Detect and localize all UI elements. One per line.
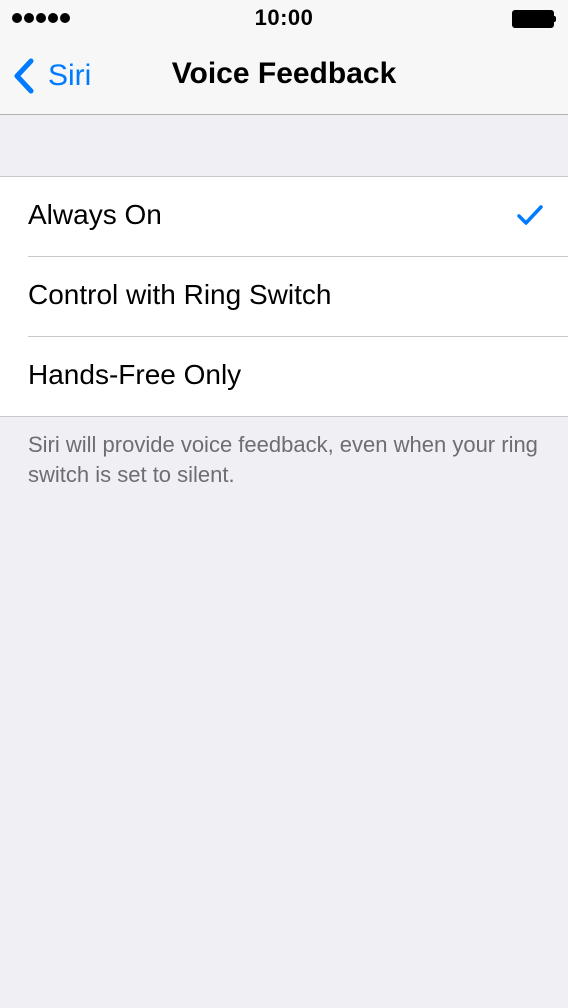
navigation-bar: Siri Voice Feedback (0, 40, 568, 115)
battery-full-icon (512, 10, 556, 28)
option-hands-free-only[interactable]: Hands-Free Only (28, 336, 568, 416)
voice-feedback-options: Always On Control with Ring Switch Hands… (0, 176, 568, 417)
option-always-on[interactable]: Always On (0, 177, 568, 256)
page-title: Voice Feedback (171, 57, 397, 90)
option-label: Hands-Free Only (28, 359, 242, 390)
footer-note: Siri will provide voice feedback, even w… (28, 432, 538, 487)
status-time: 10:00 (254, 5, 314, 30)
option-label: Control with Ring Switch (28, 279, 332, 310)
status-bar: 10:00 (0, 0, 568, 40)
option-control-with-ring-switch[interactable]: Control with Ring Switch (28, 256, 568, 336)
option-label: Always On (28, 199, 162, 230)
checkmark-icon (517, 205, 543, 225)
